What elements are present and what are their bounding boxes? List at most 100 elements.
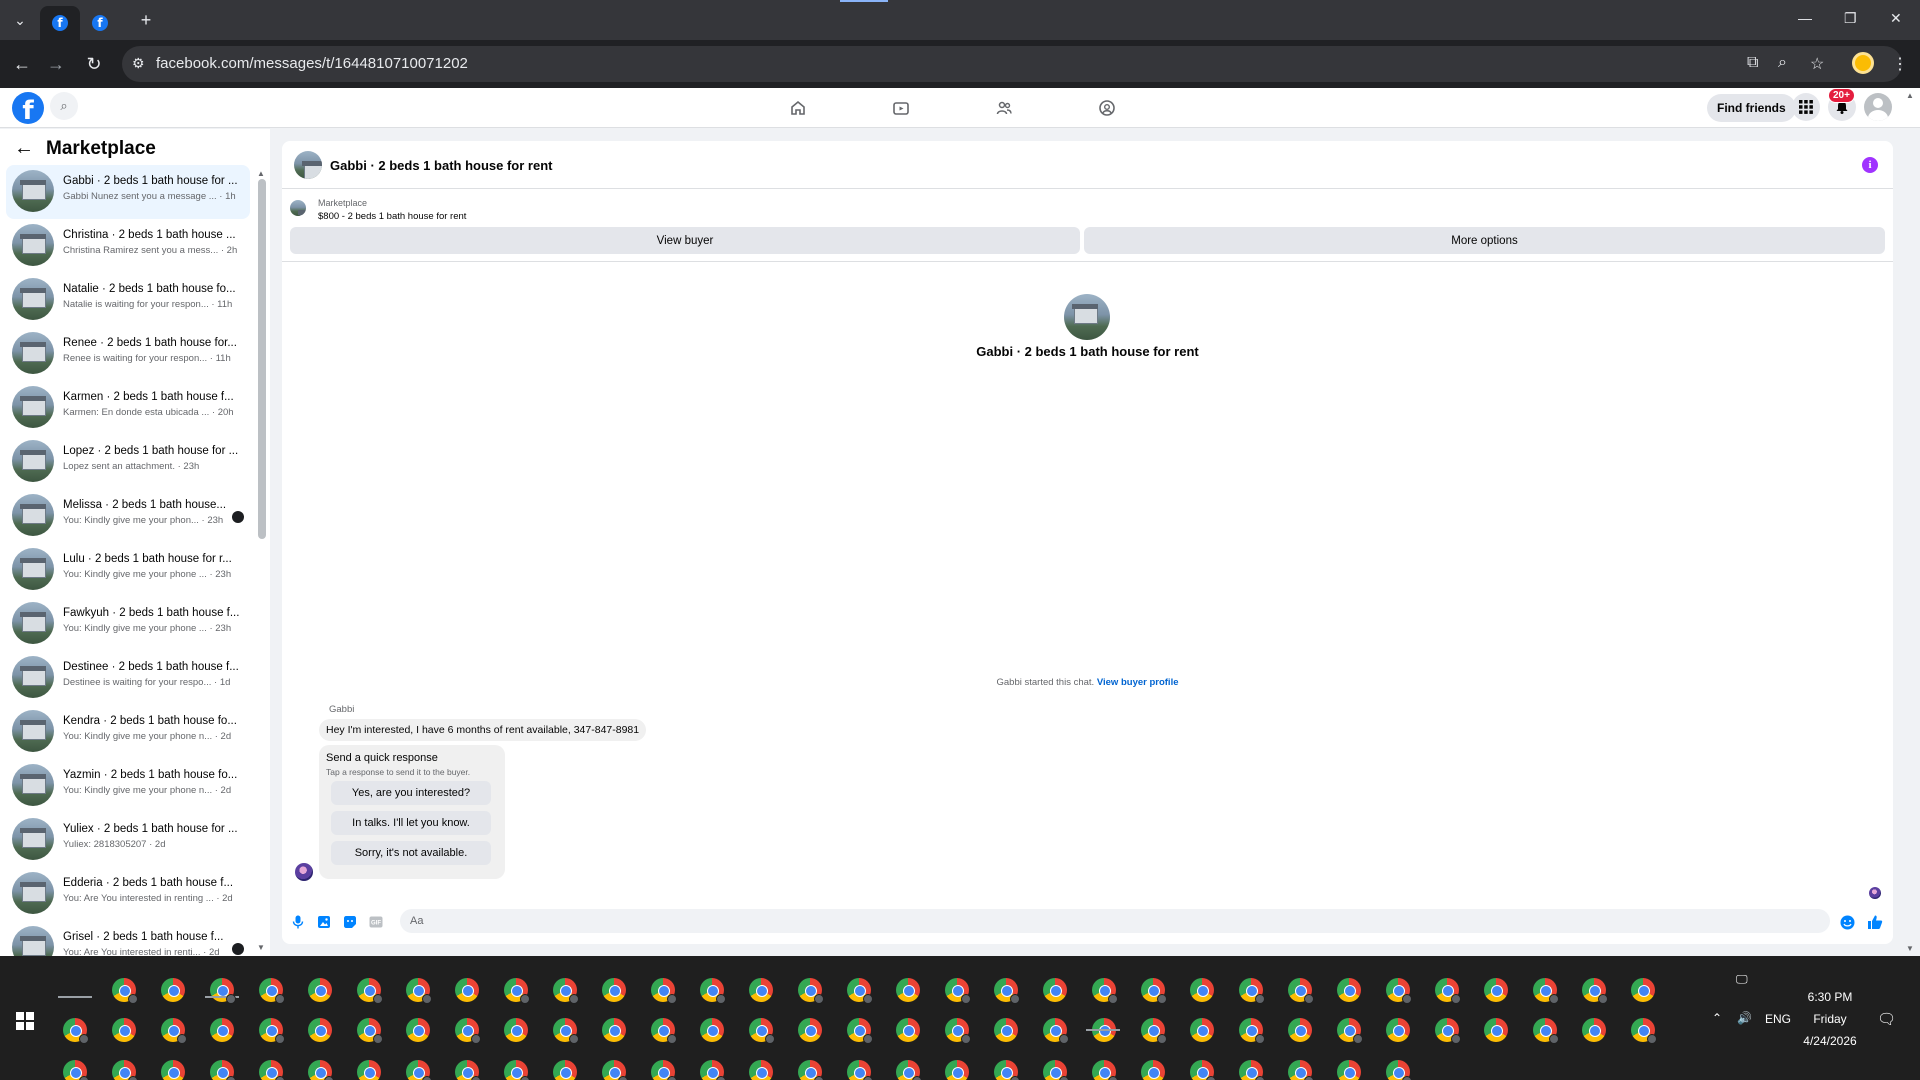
minimize-icon[interactable]: —	[1798, 10, 1812, 26]
chrome-taskbar-icon[interactable]	[1533, 978, 1559, 1004]
conversation-item[interactable]: Yuliex · 2 beds 1 bath house for ... Yuli…	[6, 813, 250, 867]
chrome-taskbar-icon[interactable]	[1337, 978, 1361, 1002]
chrome-taskbar-icon[interactable]	[945, 1060, 969, 1080]
clock-date[interactable]: 4/24/2026	[1800, 1034, 1860, 1048]
chrome-taskbar-icon[interactable]	[406, 1060, 432, 1080]
chrome-taskbar-icon[interactable]	[602, 1060, 628, 1080]
conversation-item[interactable]: Gabbi · 2 beds 1 bath house for ... Gabbi…	[6, 165, 250, 219]
chrome-taskbar-icon[interactable]	[994, 1060, 1020, 1080]
quick-response-in-talks[interactable]: In talks. I'll let you know.	[331, 811, 491, 835]
chrome-taskbar-icon[interactable]	[455, 1018, 481, 1044]
find-friends-button[interactable]: Find friends	[1707, 94, 1796, 122]
info-icon[interactable]: i	[1862, 157, 1878, 173]
chrome-taskbar-icon[interactable]	[1239, 1018, 1265, 1044]
conversation-item[interactable]: Fawkyuh · 2 beds 1 bath house f... You: K…	[6, 597, 250, 651]
site-info-icon[interactable]: ⚙	[132, 55, 145, 72]
chrome-taskbar-icon[interactable]	[651, 1018, 677, 1044]
chrome-taskbar-icon[interactable]	[1386, 1018, 1410, 1042]
view-buyer-profile-link[interactable]: View buyer profile	[1097, 677, 1179, 688]
listing-thumbnail[interactable]	[290, 200, 306, 216]
chat-avatar[interactable]	[294, 151, 322, 179]
forward-icon[interactable]: →	[44, 52, 68, 76]
tab-facebook-active[interactable]: f	[40, 6, 80, 40]
scroll-down-arrow-icon[interactable]: ▼	[257, 943, 265, 952]
more-options-button[interactable]: More options	[1084, 227, 1885, 254]
volume-icon[interactable]: 🔊	[1737, 1011, 1752, 1025]
gif-icon[interactable]: GIF	[368, 914, 384, 930]
extension-icon[interactable]	[1852, 52, 1874, 74]
chrome-taskbar-icon[interactable]	[994, 978, 1020, 1004]
chrome-taskbar-icon[interactable]	[1435, 978, 1461, 1004]
sidebar-scrollbar[interactable]	[258, 179, 266, 539]
chrome-taskbar-icon[interactable]	[700, 1060, 726, 1080]
reload-icon[interactable]: ↻	[82, 52, 106, 76]
chrome-taskbar-icon[interactable]	[749, 1018, 775, 1044]
chrome-taskbar-icon[interactable]	[1582, 1018, 1606, 1042]
friends-icon[interactable]	[989, 96, 1019, 120]
notification-center-icon[interactable]: 🗨	[1877, 1010, 1896, 1028]
chrome-taskbar-icon[interactable]	[504, 1060, 530, 1080]
chrome-taskbar-icon[interactable]	[1043, 1018, 1069, 1044]
chrome-taskbar-icon[interactable]	[896, 1060, 922, 1080]
page-scroll-down-icon[interactable]: ▼	[1906, 944, 1914, 953]
chrome-taskbar-icon[interactable]	[749, 1060, 773, 1080]
center-listing-avatar[interactable]	[1064, 294, 1110, 340]
chrome-taskbar-icon[interactable]	[112, 1060, 138, 1080]
chrome-taskbar-icon[interactable]	[553, 1018, 579, 1044]
chrome-taskbar-icon[interactable]	[1337, 1060, 1361, 1080]
address-bar[interactable]: ⚙ facebook.com/messages/t/16448107100712…	[122, 46, 1908, 82]
search-icon[interactable]: ⌕	[50, 92, 78, 120]
chrome-taskbar-icon[interactable]	[847, 1060, 873, 1080]
chrome-taskbar-icon[interactable]	[1141, 1060, 1165, 1080]
back-icon[interactable]: ←	[10, 52, 34, 76]
display-icon[interactable]: 🖵	[1736, 972, 1748, 987]
chrome-taskbar-icon[interactable]	[357, 1060, 381, 1080]
chrome-taskbar-icon[interactable]	[1337, 1018, 1363, 1044]
chrome-taskbar-icon[interactable]	[1484, 978, 1508, 1002]
clock-day[interactable]: Friday	[1800, 1012, 1860, 1026]
buyer-avatar[interactable]	[295, 863, 313, 881]
thumbs-up-icon[interactable]	[1867, 914, 1883, 930]
chrome-taskbar-icon[interactable]	[553, 1060, 577, 1080]
conversation-item[interactable]: Destinee · 2 beds 1 bath house f... Desti…	[6, 651, 250, 705]
chrome-taskbar-icon[interactable]	[602, 1018, 626, 1042]
clock-time[interactable]: 6:30 PM	[1800, 990, 1860, 1004]
account-avatar[interactable]	[1864, 93, 1892, 121]
groups-icon[interactable]	[1092, 96, 1122, 120]
close-window-icon[interactable]: ✕	[1890, 10, 1902, 27]
chrome-taskbar-icon[interactable]	[798, 978, 824, 1004]
chrome-taskbar-icon[interactable]	[1386, 1060, 1412, 1080]
page-scroll-up-icon[interactable]: ▲	[1906, 91, 1914, 100]
chrome-taskbar-icon[interactable]	[1043, 978, 1067, 1002]
chrome-taskbar-icon[interactable]	[1631, 978, 1655, 1002]
scroll-up-arrow-icon[interactable]: ▲	[257, 169, 265, 178]
chrome-taskbar-icon[interactable]	[1239, 1060, 1265, 1080]
chrome-taskbar-icon[interactable]	[1141, 1018, 1167, 1044]
chrome-taskbar-icon[interactable]	[1043, 1060, 1069, 1080]
sticker-icon[interactable]	[342, 914, 358, 930]
chrome-taskbar-icon[interactable]	[161, 978, 185, 1002]
chrome-taskbar-icon[interactable]	[1484, 1018, 1508, 1042]
conversation-item[interactable]: Yazmin · 2 beds 1 bath house fo... You: K…	[6, 759, 250, 813]
browser-menu-icon[interactable]: ⋮	[1892, 54, 1908, 74]
bookmark-star-icon[interactable]: ☆	[1810, 54, 1824, 74]
chrome-taskbar-icon[interactable]	[112, 978, 138, 1004]
chrome-taskbar-icon[interactable]	[504, 1018, 528, 1042]
chrome-taskbar-icon[interactable]	[1190, 1018, 1214, 1042]
language-indicator[interactable]: ENG	[1765, 1012, 1791, 1026]
chrome-taskbar-icon[interactable]	[1239, 978, 1265, 1004]
chrome-taskbar-icon[interactable]	[259, 1060, 285, 1080]
chrome-taskbar-icon[interactable]	[1141, 978, 1167, 1004]
back-arrow-icon[interactable]: ←	[14, 137, 34, 160]
photo-icon[interactable]	[316, 914, 332, 930]
conversation-item[interactable]: Lulu · 2 beds 1 bath house for r... You: …	[6, 543, 250, 597]
chrome-taskbar-icon[interactable]	[161, 1018, 187, 1044]
chrome-taskbar-icon[interactable]	[210, 978, 236, 1004]
chat-title[interactable]: Gabbi · 2 beds 1 bath house for rent	[330, 158, 552, 173]
chrome-taskbar-icon[interactable]	[1190, 1060, 1216, 1080]
chrome-taskbar-icon[interactable]	[259, 978, 285, 1004]
microphone-icon[interactable]	[290, 914, 306, 930]
listing-title[interactable]: $800 - 2 beds 1 bath house for rent	[318, 211, 466, 222]
chrome-taskbar-icon[interactable]	[1631, 1018, 1657, 1044]
url-text[interactable]: facebook.com/messages/t/1644810710071202	[156, 55, 468, 72]
